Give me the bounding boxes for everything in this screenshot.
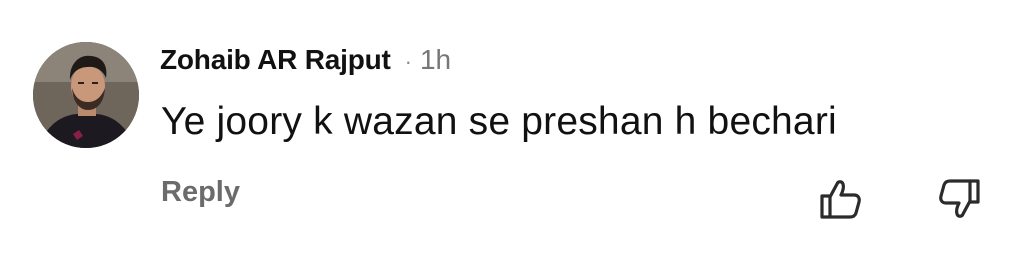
thumbs-down-icon	[939, 179, 980, 218]
like-button[interactable]	[816, 175, 864, 223]
comment-header: Zohaib AR Rajput · 1h	[160, 44, 451, 80]
comment-text: Ye joory k wazan se preshan h bechari	[161, 100, 837, 143]
thumbs-up-icon	[820, 180, 861, 219]
meta-separator: ·	[404, 49, 412, 74]
avatar-photo	[33, 42, 139, 148]
reply-button[interactable]: Reply	[161, 176, 240, 209]
timestamp: 1h	[419, 44, 452, 75]
dislike-button[interactable]	[936, 175, 984, 223]
avatar[interactable]	[33, 42, 139, 148]
author-name[interactable]: Zohaib AR Rajput	[160, 44, 391, 76]
comment-item: Zohaib AR Rajput · 1h Ye joory k wazan s…	[0, 0, 1024, 257]
